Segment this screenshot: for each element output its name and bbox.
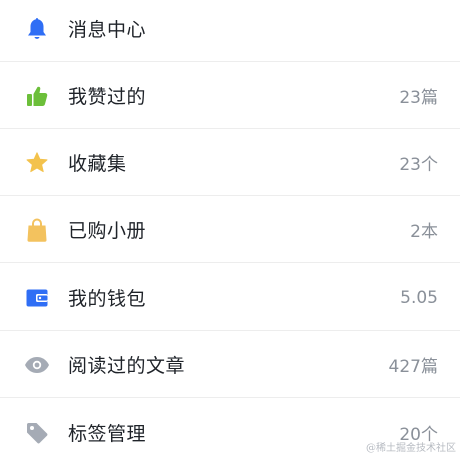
menu-item-value: 2本 [410,222,438,242]
menu-item-label: 消息中心 [68,19,147,41]
tag-icon [24,420,50,446]
menu-item-label: 标签管理 [68,423,147,445]
menu-item-collections[interactable]: 收藏集 23个 [0,129,460,196]
profile-menu-list: 消息中心 我赞过的 23篇 收藏集 23个 已购小册 2本 我的钱包 5.05 … [0,0,460,460]
menu-item-message-center[interactable]: 消息中心 [0,0,460,62]
menu-item-value: 5.05 [400,287,438,308]
menu-item-value: 427篇 [388,357,438,377]
star-icon [24,150,50,176]
shopping-bag-icon [24,217,50,243]
menu-item-value: 23篇 [399,88,438,108]
menu-item-wallet[interactable]: 我的钱包 5.05 [0,264,460,331]
menu-item-purchased-booklets[interactable]: 已购小册 2本 [0,196,460,263]
watermark-text: @稀土掘金技术社区 [366,443,456,454]
menu-item-label: 我赞过的 [68,86,147,108]
bell-icon [24,16,50,42]
wallet-icon [24,285,50,311]
menu-item-label: 收藏集 [68,153,127,175]
eye-icon [24,352,50,378]
menu-item-value: 23个 [399,155,438,175]
menu-item-read-articles[interactable]: 阅读过的文章 427篇 [0,331,460,398]
menu-item-label: 已购小册 [68,220,147,242]
thumbs-up-icon [24,83,50,109]
menu-item-label: 我的钱包 [68,288,147,310]
divider [0,262,460,263]
divider [0,397,460,398]
menu-item-label: 阅读过的文章 [68,355,186,377]
menu-item-liked[interactable]: 我赞过的 23篇 [0,62,460,129]
